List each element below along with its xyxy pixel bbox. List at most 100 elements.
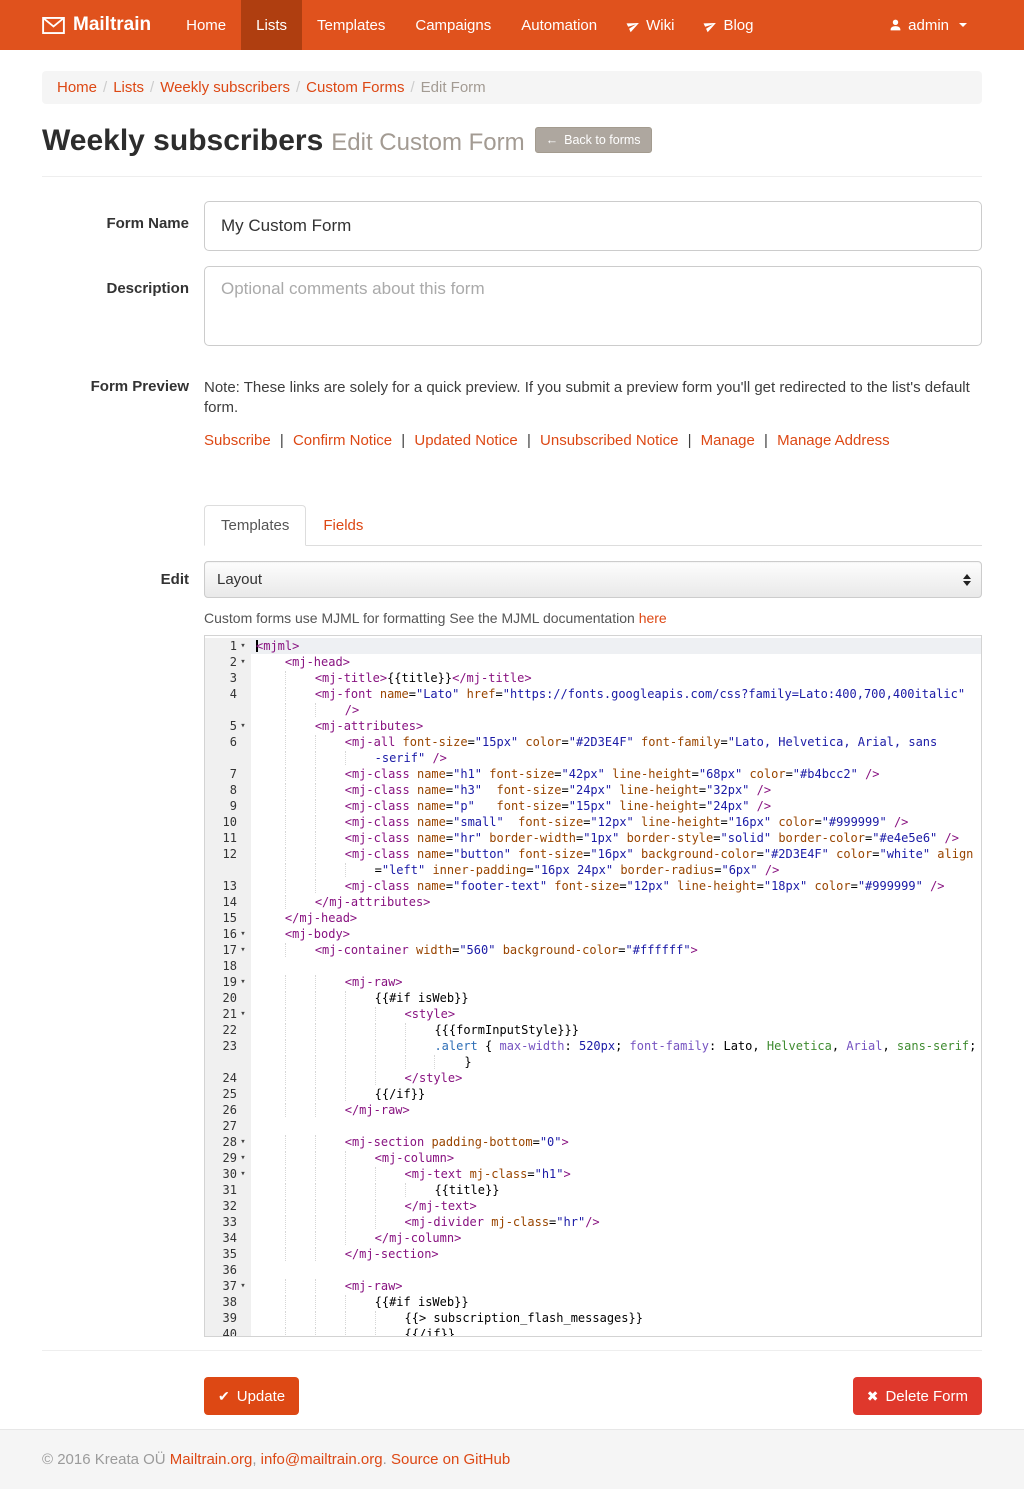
nav-item-wiki[interactable]: Wiki <box>612 0 689 50</box>
fold-arrow-icon[interactable]: ▾ <box>237 1166 249 1182</box>
gutter-cell: 2▾ <box>205 654 251 670</box>
line-number: 6 <box>205 734 237 750</box>
indent <box>315 1231 345 1245</box>
page-title-text: Weekly subscribers <box>42 124 323 157</box>
token-s: "button" <box>453 847 511 861</box>
gutter-cell: 16▾ <box>205 926 251 942</box>
gutter-cell: 8 <box>205 782 251 798</box>
token-s: "16px" <box>728 815 771 829</box>
fold-arrow-icon[interactable]: ▾ <box>237 926 249 942</box>
nav-item-lists[interactable]: Lists <box>241 0 302 50</box>
token-n: 520px <box>579 1039 615 1053</box>
code-line: 14 </mj-attributes> <box>205 894 981 910</box>
code-content: } <box>251 1054 981 1070</box>
token-a: name <box>417 783 446 797</box>
indent <box>285 799 315 813</box>
brand[interactable]: Mailtrain <box>42 0 171 50</box>
preview-link-confirm-notice[interactable]: Confirm Notice <box>293 432 392 449</box>
fold-arrow-icon[interactable]: ▾ <box>237 942 249 958</box>
preview-link-unsubscribed-notice[interactable]: Unsubscribed Notice <box>540 432 678 449</box>
fold-arrow-icon[interactable]: ▾ <box>237 1134 249 1150</box>
footer-link[interactable]: Source on GitHub <box>391 1451 510 1468</box>
footer-link[interactable]: info@mailtrain.org <box>261 1451 383 1468</box>
indent <box>315 1167 345 1181</box>
fold-arrow-icon[interactable]: ▾ <box>237 1006 249 1022</box>
gutter-cell: 25 <box>205 1086 251 1102</box>
token-k <box>475 799 497 813</box>
breadcrumb-link-lists[interactable]: Lists <box>113 79 144 96</box>
indent <box>285 783 315 797</box>
code-content: <mj-divider mj-class="hr"/> <box>251 1214 981 1230</box>
line-number: 20 <box>205 990 237 1006</box>
update-button[interactable]: ✔ Update <box>204 1377 299 1415</box>
user-menu[interactable]: admin <box>874 0 982 50</box>
breadcrumb-link-custom-forms[interactable]: Custom Forms <box>306 79 404 96</box>
gutter-cell: 15 <box>205 910 251 926</box>
breadcrumb-link-weekly-subscribers[interactable]: Weekly subscribers <box>160 79 290 96</box>
back-to-forms-button[interactable]: ←Back to forms <box>535 127 652 153</box>
code-content: ="left" inner-padding="16px 24px" border… <box>251 862 981 878</box>
footer-link[interactable]: Mailtrain.org <box>170 1451 253 1468</box>
gutter-cell: 32 <box>205 1198 251 1214</box>
form-name-input[interactable] <box>204 201 982 251</box>
tab-fields[interactable]: Fields <box>306 505 380 546</box>
indent <box>315 767 345 781</box>
description-label: Description <box>42 266 204 350</box>
description-textarea[interactable] <box>204 266 982 346</box>
gutter-cell: 3 <box>205 670 251 686</box>
fold-arrow-icon[interactable]: ▾ <box>237 974 249 990</box>
token-k <box>409 943 416 957</box>
token-k: = <box>814 815 821 829</box>
indent <box>405 1055 435 1069</box>
preview-link-subscribe[interactable]: Subscribe <box>204 432 271 449</box>
indent <box>285 1231 315 1245</box>
fold-arrow-icon[interactable]: ▾ <box>237 718 249 734</box>
code-content: <mj-class name="hr" border-width="1px" b… <box>251 830 981 846</box>
token-k <box>937 831 944 845</box>
token-t: > <box>564 1167 571 1181</box>
mjml-doc-link[interactable]: here <box>639 610 667 626</box>
nav-item-home[interactable]: Home <box>171 0 241 50</box>
token-a: font-size <box>518 847 583 861</box>
preview-link-manage-address[interactable]: Manage Address <box>777 432 890 449</box>
gutter-cell: 36 <box>205 1262 251 1278</box>
tab-templates[interactable]: Templates <box>204 505 306 546</box>
indent <box>375 1215 405 1229</box>
code-line: 28▾ <mj-section padding-bottom="0"> <box>205 1134 981 1150</box>
code-content: {{title}} <box>251 1182 981 1198</box>
edit-template-select[interactable]: Layout <box>204 561 982 598</box>
fold-arrow-icon[interactable]: ▾ <box>237 1278 249 1294</box>
gutter-cell: 22 <box>205 1022 251 1038</box>
mjml-code-editor[interactable]: 1▾<mjml>2▾ <mj-head>3 <mj-title>{{title}… <box>204 635 982 1337</box>
indent <box>434 1055 464 1069</box>
token-k <box>504 815 518 829</box>
delete-form-button[interactable]: ✖ Delete Form <box>853 1377 982 1415</box>
fold-arrow-icon[interactable]: ▾ <box>237 654 249 670</box>
preview-link-updated-notice[interactable]: Updated Notice <box>414 432 517 449</box>
token-s: "left" <box>382 863 425 877</box>
fold-arrow-icon[interactable]: ▾ <box>237 1150 249 1166</box>
token-t: <mj-container <box>315 943 409 957</box>
preview-link-manage[interactable]: Manage <box>701 432 755 449</box>
token-s: "#999999" <box>858 879 923 893</box>
indent <box>315 1055 345 1069</box>
breadcrumb-link-home[interactable]: Home <box>57 79 97 96</box>
code-line: 7 <mj-class name="h1" font-size="42px" l… <box>205 766 981 782</box>
nav-item-templates[interactable]: Templates <box>302 0 400 50</box>
token-s: "24px" <box>569 783 612 797</box>
indent <box>285 719 315 733</box>
nav-item-blog[interactable]: Blog <box>689 0 768 50</box>
fold-arrow-icon[interactable]: ▾ <box>237 638 249 654</box>
token-k: = <box>786 767 793 781</box>
code-line: 11 <mj-class name="hr" border-width="1px… <box>205 830 981 846</box>
breadcrumb: Home/Lists/Weekly subscribers/Custom For… <box>42 71 982 104</box>
gutter-cell: 20 <box>205 990 251 1006</box>
token-k <box>749 799 756 813</box>
token-s: "#e4e5e6" <box>872 831 937 845</box>
token-t: <mj-divider <box>405 1215 484 1229</box>
indent <box>256 767 285 781</box>
nav-item-automation[interactable]: Automation <box>506 0 612 50</box>
nav-item-campaigns[interactable]: Campaigns <box>400 0 506 50</box>
indent <box>285 735 315 749</box>
gutter-cell <box>205 702 251 718</box>
